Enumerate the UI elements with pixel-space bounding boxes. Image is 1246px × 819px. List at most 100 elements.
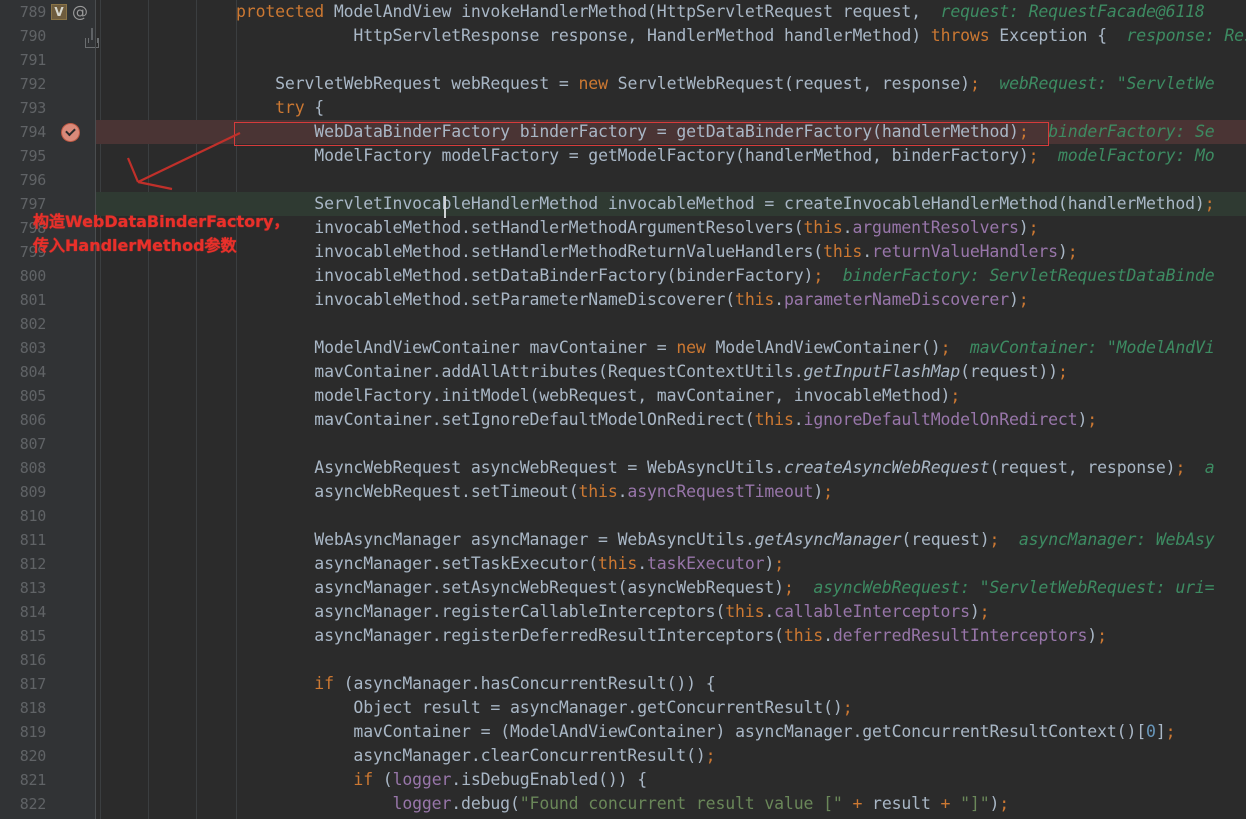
- line-number: 814: [19, 603, 47, 621]
- code-line[interactable]: ServletInvocableHandlerMethod invocableM…: [236, 192, 1246, 216]
- line-number: 822: [19, 795, 47, 813]
- gutter-row[interactable]: 802: [0, 312, 96, 336]
- gutter-row[interactable]: 809: [0, 480, 96, 504]
- gutter-row[interactable]: 813: [0, 576, 96, 600]
- code-line[interactable]: ServletWebRequest webRequest = new Servl…: [236, 72, 1246, 96]
- line-number: 809: [19, 483, 47, 501]
- line-number: 793: [19, 99, 47, 117]
- line-number: 791: [19, 51, 47, 69]
- gutter-row[interactable]: 803: [0, 336, 96, 360]
- gutter-row[interactable]: 810: [0, 504, 96, 528]
- code-line[interactable]: asyncManager.clearConcurrentResult();: [236, 744, 1246, 768]
- code-line[interactable]: HttpServletResponse response, HandlerMet…: [236, 24, 1246, 48]
- code-line[interactable]: asyncManager.registerCallableInterceptor…: [236, 600, 1246, 624]
- line-number: 805: [19, 387, 47, 405]
- code-line[interactable]: asyncWebRequest.setTimeout(this.asyncReq…: [236, 480, 1246, 504]
- code-line[interactable]: logger.debug("Found concurrent result va…: [236, 792, 1246, 816]
- editor-gutter[interactable]: 789 V @790 791 792 793 794 795 796 797 798 799 800 80…: [0, 0, 99, 819]
- gutter-row[interactable]: 820: [0, 744, 96, 768]
- gutter-row[interactable]: 814: [0, 600, 96, 624]
- gutter-row[interactable]: 819: [0, 720, 96, 744]
- code-line[interactable]: try {: [236, 96, 1246, 120]
- gutter-row[interactable]: 805: [0, 384, 96, 408]
- inline-debug-hint: webRequest: "ServletWe: [979, 74, 1215, 93]
- code-line[interactable]: asyncManager.registerDeferredResultInter…: [236, 624, 1246, 648]
- code-surface[interactable]: protected ModelAndView invokeHandlerMeth…: [96, 0, 1246, 819]
- code-line[interactable]: asyncManager.setTaskExecutor(this.taskEx…: [236, 552, 1246, 576]
- gutter-row[interactable]: 811: [0, 528, 96, 552]
- code-editor[interactable]: 789 V @790 791 792 793 794 795 796 797 798 799 800 80…: [0, 0, 1246, 819]
- inline-debug-hint: a: [1185, 458, 1215, 477]
- line-number: 817: [19, 675, 47, 693]
- gutter-row[interactable]: 822: [0, 792, 96, 816]
- override-method-icon[interactable]: V: [51, 4, 67, 20]
- code-line[interactable]: [236, 48, 1246, 72]
- gutter-row[interactable]: 801: [0, 288, 96, 312]
- line-number: 801: [19, 291, 47, 309]
- code-line[interactable]: mavContainer = (ModelAndViewContainer) a…: [236, 720, 1246, 744]
- gutter-row[interactable]: 798: [0, 216, 96, 240]
- code-line[interactable]: WebAsyncManager asyncManager = WebAsyncU…: [236, 528, 1246, 552]
- line-number: 794: [19, 123, 47, 141]
- line-number: 813: [19, 579, 47, 597]
- inline-debug-hint: request: RequestFacade@6118: [920, 2, 1205, 21]
- line-number: 819: [19, 723, 47, 741]
- gutter-row[interactable]: 791: [0, 48, 96, 72]
- gutter-row[interactable]: 797: [0, 192, 96, 216]
- inline-debug-hint: asyncManager: WebAsy: [999, 530, 1215, 549]
- gutter-row[interactable]: 804: [0, 360, 96, 384]
- code-line[interactable]: [236, 432, 1246, 456]
- gutter-row[interactable]: 818: [0, 696, 96, 720]
- line-number: 815: [19, 627, 47, 645]
- gutter-row[interactable]: 796: [0, 168, 96, 192]
- line-number: 804: [19, 363, 47, 381]
- gutter-row[interactable]: 794: [0, 120, 96, 144]
- gutter-row[interactable]: 815: [0, 624, 96, 648]
- code-line[interactable]: AsyncWebRequest asyncWebRequest = WebAsy…: [236, 456, 1246, 480]
- gutter-row[interactable]: 792: [0, 72, 96, 96]
- breakpoint-icon[interactable]: [62, 124, 79, 141]
- code-line[interactable]: ModelFactory modelFactory = getModelFact…: [236, 144, 1246, 168]
- gutter-row[interactable]: 790: [0, 24, 96, 48]
- gutter-row[interactable]: 789 V @: [0, 0, 99, 48]
- line-number: 821: [19, 771, 47, 789]
- code-line[interactable]: invocableMethod.setHandlerMethodArgument…: [236, 216, 1246, 240]
- code-line[interactable]: mavContainer.setIgnoreDefaultModelOnRedi…: [236, 408, 1246, 432]
- code-line[interactable]: invocableMethod.setHandlerMethodReturnVa…: [236, 240, 1246, 264]
- line-number: 799: [19, 243, 47, 261]
- code-line[interactable]: modelFactory.initModel(webRequest, mavCo…: [236, 384, 1246, 408]
- code-line[interactable]: Object result = asyncManager.getConcurre…: [236, 696, 1246, 720]
- code-line[interactable]: [236, 504, 1246, 528]
- gutter-row[interactable]: 808: [0, 456, 96, 480]
- inline-debug-hint: mavContainer: "ModelAndVi: [950, 338, 1215, 357]
- gutter-row[interactable]: 817: [0, 672, 96, 696]
- gutter-row[interactable]: 806: [0, 408, 96, 432]
- gutter-row[interactable]: 821: [0, 768, 96, 792]
- code-line[interactable]: if (logger.isDebugEnabled()) {: [236, 768, 1246, 792]
- code-line[interactable]: [236, 312, 1246, 336]
- code-line[interactable]: [236, 648, 1246, 672]
- annotation-marker-icon[interactable]: @: [72, 0, 88, 24]
- gutter-row[interactable]: 816: [0, 648, 96, 672]
- gutter-row[interactable]: 812: [0, 552, 96, 576]
- code-line[interactable]: invocableMethod.setDataBinderFactory(bin…: [236, 264, 1246, 288]
- line-number: 808: [19, 459, 47, 477]
- line-number: 803: [19, 339, 47, 357]
- gutter-row[interactable]: 799: [0, 240, 96, 264]
- code-line[interactable]: protected ModelAndView invokeHandlerMeth…: [236, 0, 1246, 24]
- code-line[interactable]: invocableMethod.setParameterNameDiscover…: [236, 288, 1246, 312]
- gutter-divider: [95, 0, 96, 819]
- gutter-row[interactable]: 800: [0, 264, 96, 288]
- line-number: 818: [19, 699, 47, 717]
- gutter-row[interactable]: 793: [0, 96, 96, 120]
- code-line[interactable]: mavContainer.addAllAttributes(RequestCon…: [236, 360, 1246, 384]
- code-line[interactable]: if (asyncManager.hasConcurrentResult()) …: [236, 672, 1246, 696]
- text-caret: [444, 196, 446, 218]
- gutter-row[interactable]: 795: [0, 144, 96, 168]
- gutter-row[interactable]: 807: [0, 432, 96, 456]
- code-line[interactable]: asyncManager.setAsyncWebRequest(asyncWeb…: [236, 576, 1246, 600]
- code-line[interactable]: [236, 168, 1246, 192]
- code-line[interactable]: WebDataBinderFactory binderFactory = get…: [236, 120, 1246, 144]
- line-number: 796: [19, 171, 47, 189]
- code-line[interactable]: ModelAndViewContainer mavContainer = new…: [236, 336, 1246, 360]
